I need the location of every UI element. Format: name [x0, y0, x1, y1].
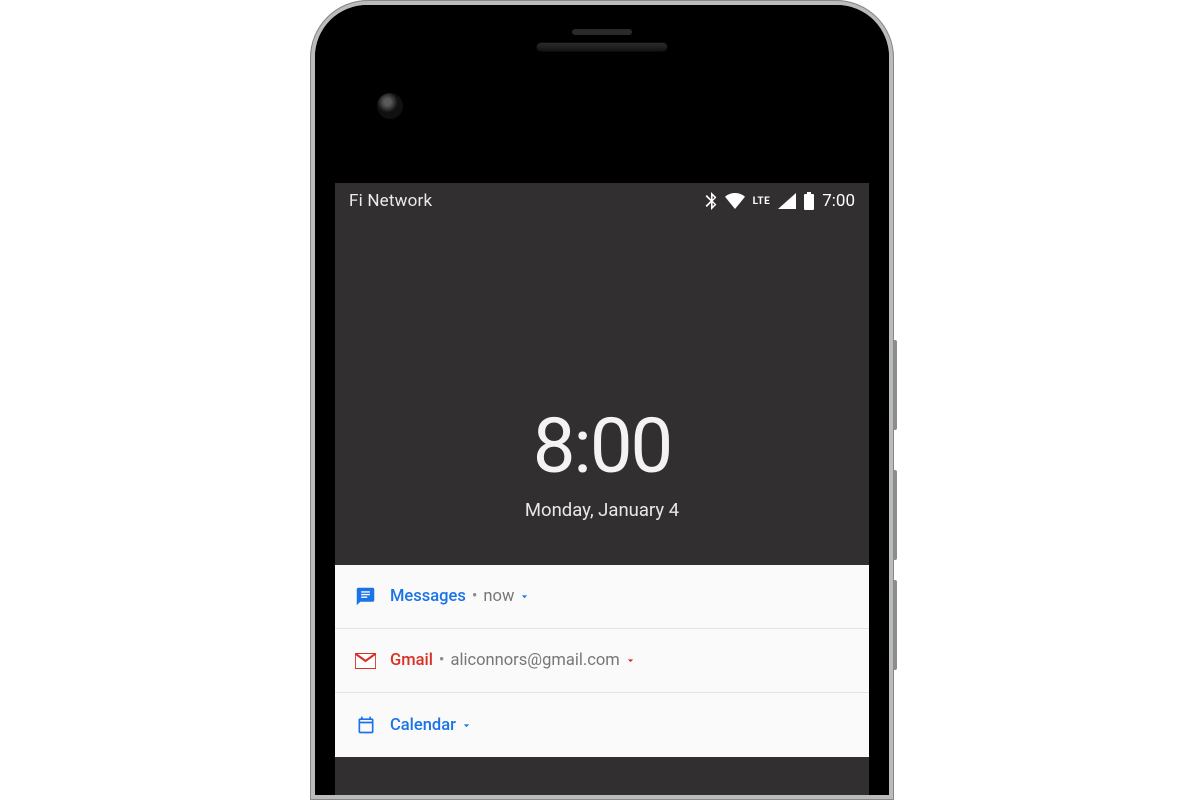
sensor-pill	[572, 29, 632, 35]
lock-time: 8:00	[335, 401, 869, 491]
chevron-down-icon[interactable]	[460, 719, 473, 732]
power-button	[893, 340, 897, 430]
lte-label: LTE	[753, 196, 771, 207]
calendar-app-label: Calendar	[390, 716, 456, 735]
statusbar-time: 7:00	[822, 191, 855, 211]
chevron-down-icon[interactable]	[624, 654, 637, 667]
canvas: Fi Network LTE	[0, 0, 1200, 800]
lock-clock: 8:00 Monday, January 4	[335, 401, 869, 521]
messages-app-label: Messages	[390, 587, 466, 606]
phone-frame: Fi Network LTE	[310, 0, 894, 800]
phone-bezel: Fi Network LTE	[315, 5, 889, 795]
battery-icon	[804, 192, 814, 210]
screen[interactable]: Fi Network LTE	[335, 183, 869, 795]
cell-signal-icon	[778, 193, 796, 209]
volume-down-button	[893, 580, 897, 670]
front-camera	[377, 93, 403, 119]
separator-dot: •	[472, 587, 478, 606]
gmail-account: aliconnors@gmail.com	[451, 651, 620, 670]
calendar-icon	[355, 715, 376, 736]
notification-calendar[interactable]: Calendar	[335, 693, 869, 757]
notification-gmail[interactable]: Gmail • aliconnors@gmail.com	[335, 629, 869, 693]
separator-dot: •	[439, 651, 445, 670]
notification-stack: Messages • now Gmail • a	[335, 565, 869, 757]
status-bar[interactable]: Fi Network LTE	[335, 183, 869, 219]
messages-meta: now	[483, 587, 514, 606]
notification-messages[interactable]: Messages • now	[335, 565, 869, 629]
bluetooth-icon	[705, 192, 717, 210]
chevron-down-icon[interactable]	[518, 590, 531, 603]
volume-up-button	[893, 470, 897, 560]
gmail-app-label: Gmail	[390, 651, 433, 670]
lock-date: Monday, January 4	[335, 499, 869, 521]
wifi-icon	[725, 193, 745, 209]
carrier-label: Fi Network	[349, 191, 432, 211]
gmail-icon	[355, 650, 376, 671]
messages-icon	[355, 586, 376, 607]
earpiece-speaker	[537, 43, 667, 51]
